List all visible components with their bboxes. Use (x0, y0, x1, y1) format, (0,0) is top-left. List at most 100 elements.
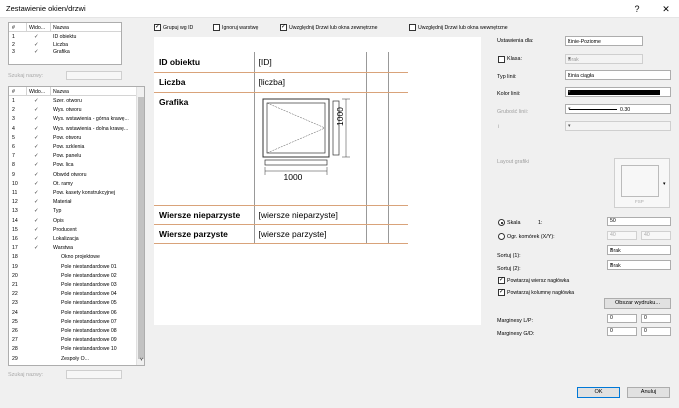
list-scrollbar[interactable]: ˅ (136, 87, 144, 365)
visible-check-icon[interactable]: ✓ (34, 208, 39, 214)
sort1-select[interactable]: Brak ▾ (607, 245, 671, 255)
list-item[interactable]: 29 Zespoły O... (9, 355, 144, 364)
visible-check-icon[interactable]: ✓ (34, 199, 39, 205)
list-item[interactable]: 24 Pole niestandardowe 06 (9, 309, 144, 318)
margin-left-input[interactable]: 0 (607, 314, 637, 323)
list-item[interactable]: 12 ✓ Materiał (9, 198, 144, 207)
scale-label: Skala (507, 220, 521, 226)
visible-check-icon[interactable]: ✓ (34, 162, 39, 168)
preview-value: [ID] (254, 52, 367, 73)
visible-check-icon[interactable]: ✓ (34, 116, 39, 122)
list-item[interactable]: 25 Pole niestandardowe 07 (9, 318, 144, 327)
ok-button[interactable]: OK (577, 387, 620, 398)
class-checkbox[interactable] (498, 56, 505, 63)
scale-input[interactable]: 50 (607, 217, 671, 226)
chevron-down-icon[interactable]: ˅ (137, 357, 144, 363)
visible-check-icon[interactable]: ✓ (34, 227, 39, 233)
list-item[interactable]: 13 ✓ Typ (9, 207, 144, 216)
line-color-select[interactable]: ▾ (565, 87, 671, 97)
repeat-header-row-checkbox[interactable]: ✓ (498, 277, 505, 284)
list-item[interactable]: 18 Okno projektowe (9, 253, 144, 262)
extra-select[interactable]: ▾ (565, 121, 671, 131)
margin-top-input[interactable]: 0 (607, 327, 637, 336)
line-weight-select[interactable]: 0.30 ▾ (565, 104, 671, 114)
list-item[interactable]: 5 ✓ Pow. otworu (9, 134, 144, 143)
list-item[interactable]: 28 Pole niestandardowe 10 (9, 345, 144, 354)
close-icon[interactable]: ✕ (659, 2, 673, 16)
row-name: Pole niestandardowe 09 (61, 337, 117, 344)
list-item[interactable]: 3 ✓ Wys. wstawienia - górna krawę... (9, 115, 144, 124)
visible-check-icon[interactable]: ✓ (34, 236, 39, 242)
list-item[interactable]: 14 ✓ Opis (9, 217, 144, 226)
include-inner-checkbox[interactable] (409, 24, 416, 31)
list-item[interactable]: 20 Pole niestandardowe 02 (9, 272, 144, 281)
visible-check-icon[interactable]: ✓ (34, 190, 39, 196)
list-item[interactable]: 2 ✓ Wys. otworu (9, 106, 144, 115)
list-item[interactable]: 27 Pole niestandardowe 09 (9, 336, 144, 345)
list-item[interactable]: 4 ✓ Wys. wstawienia - dolna krawę... (9, 125, 144, 134)
list-item[interactable]: 19 Pole niestandardowe 01 (9, 263, 144, 272)
sort2-select[interactable]: Brak ▾ (607, 260, 671, 270)
visible-check-icon[interactable]: ✓ (34, 34, 39, 40)
list-item[interactable]: 1 ✓ Szer. otworu (9, 97, 144, 106)
list-item[interactable]: 3 ✓ Grafika (9, 48, 121, 57)
print-area-button[interactable]: Obszar wydruku... (604, 298, 671, 309)
line-type-select[interactable]: Linia ciągła ▾ (565, 70, 671, 80)
filter-input-bottom[interactable] (66, 370, 122, 379)
row-number: 15 (12, 226, 18, 233)
row-name: Pole niestandardowe 04 (61, 291, 117, 298)
list-item[interactable]: 17 ✓ Warstwa (9, 244, 144, 253)
cancel-button[interactable]: Anuluj (627, 387, 670, 398)
ignore-layers-checkbox[interactable] (213, 24, 220, 31)
list-item[interactable]: 6 ✓ Pow. szklenia (9, 143, 144, 152)
margin-bottom-input[interactable]: 0 (641, 327, 671, 336)
row-name: Typ (53, 208, 62, 215)
class-select[interactable]: Brak ▾ (565, 54, 643, 64)
group-by-id-checkbox[interactable]: ✓ (154, 24, 161, 31)
list-item[interactable]: 21 Pole niestandardowe 03 (9, 281, 144, 290)
visible-check-icon[interactable]: ✓ (34, 153, 39, 159)
row-number: 26 (12, 328, 18, 334)
visible-check-icon[interactable]: ✓ (34, 245, 39, 251)
include-outer-checkbox[interactable]: ✓ (280, 24, 287, 31)
visible-check-icon[interactable]: ✓ (34, 42, 39, 48)
visible-check-icon[interactable]: ✓ (34, 49, 39, 55)
margin-right-input[interactable]: 0 (641, 314, 671, 323)
list-item[interactable]: 16 ✓ Lokalizacja (9, 235, 144, 244)
list-item[interactable]: 15 ✓ Producent (9, 226, 144, 235)
list-item[interactable]: 26 Pole niestandardowe 08 (9, 327, 144, 336)
preview-row: ID obiektu [ID] (154, 52, 408, 73)
visible-check-icon[interactable]: ✓ (34, 218, 39, 224)
list-item[interactable]: 22 Pole niestandardowe 04 (9, 290, 144, 299)
visible-check-icon[interactable]: ✓ (34, 172, 39, 178)
row-number: 12 (12, 199, 18, 206)
scale-radio[interactable] (498, 219, 505, 226)
window-graphic (262, 98, 350, 175)
list-item[interactable]: 11 ✓ Pow. kasety konstrukcyjnej (9, 189, 144, 198)
visible-check-icon[interactable]: ✓ (34, 126, 39, 132)
visible-check-icon[interactable]: ✓ (34, 135, 39, 141)
cell-limit-radio[interactable] (498, 233, 505, 240)
cell-limit-x-input[interactable]: 40 (607, 231, 637, 240)
list-item[interactable]: 23 Pole niestandardowe 05 (9, 299, 144, 308)
row-name: Okno projektowe (61, 254, 100, 261)
row-number: 9 (12, 171, 15, 178)
list-item[interactable]: 9 ✓ Obwód otworu (9, 171, 144, 180)
settings-for-select[interactable]: Linie-Poziome ▾ (565, 36, 643, 46)
filter-input-top[interactable] (66, 71, 122, 80)
list-item[interactable]: 7 ✓ Pow. panelu (9, 152, 144, 161)
list-item[interactable]: 10 ✓ Ot. ramy (9, 180, 144, 189)
scrollbar-thumb[interactable] (138, 97, 144, 359)
available-fields-list[interactable]: # Wido... Nazwa 1 ✓ Szer. otworu 2 ✓ Wys. otw… (8, 86, 145, 366)
selected-fields-list[interactable]: # Wido... Nazwa 1 ✓ ID obiektu 2 ✓ Liczba 3 ✓ Gr… (8, 22, 122, 65)
list-item[interactable]: 8 ✓ Pow. lica (9, 161, 144, 170)
visible-check-icon[interactable]: ✓ (34, 98, 39, 104)
cell-limit-y-input[interactable]: 40 (641, 231, 671, 240)
repeat-header-col-checkbox[interactable]: ✓ (498, 289, 505, 296)
row-number: 17 (12, 245, 18, 252)
help-icon[interactable]: ? (630, 2, 644, 16)
visible-check-icon[interactable]: ✓ (34, 107, 39, 113)
visible-check-icon[interactable]: ✓ (34, 144, 39, 150)
graphic-layout-picker[interactable]: FSP ▾ (614, 158, 670, 208)
visible-check-icon[interactable]: ✓ (34, 181, 39, 187)
